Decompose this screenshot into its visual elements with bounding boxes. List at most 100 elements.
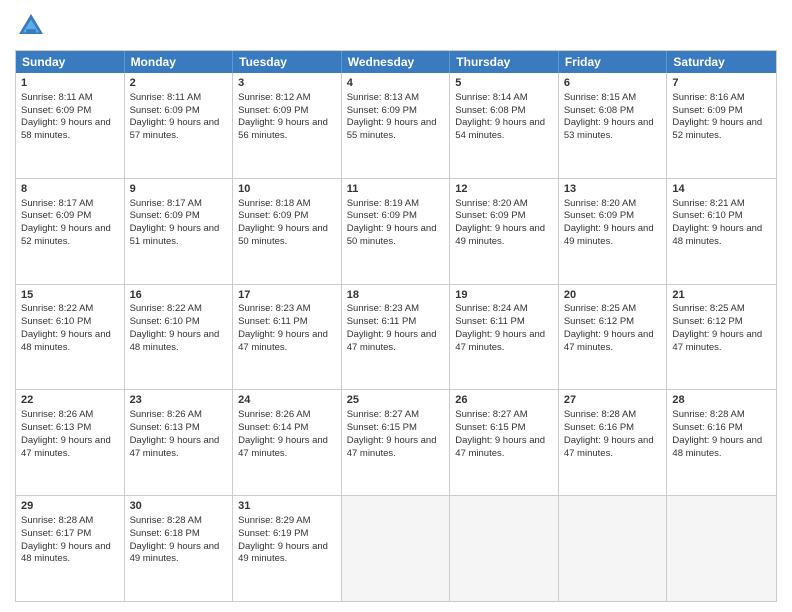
daylight-label: Daylight: 9 hours and 51 minutes. [130, 223, 220, 247]
sunset-label: Sunset: 6:11 PM [455, 316, 525, 327]
day-cell-18: 18Sunrise: 8:23 AMSunset: 6:11 PMDayligh… [342, 285, 451, 390]
day-cell-31: 31Sunrise: 8:29 AMSunset: 6:19 PMDayligh… [233, 496, 342, 601]
sunrise-label: Sunrise: 8:11 AM [130, 92, 202, 103]
sunrise-label: Sunrise: 8:26 AM [130, 409, 202, 420]
sunrise-label: Sunrise: 8:23 AM [238, 303, 310, 314]
day-cell-24: 24Sunrise: 8:26 AMSunset: 6:14 PMDayligh… [233, 390, 342, 495]
day-cell-19: 19Sunrise: 8:24 AMSunset: 6:11 PMDayligh… [450, 285, 559, 390]
day-cell-30: 30Sunrise: 8:28 AMSunset: 6:18 PMDayligh… [125, 496, 234, 601]
day-header-saturday: Saturday [667, 51, 776, 73]
sunset-label: Sunset: 6:09 PM [130, 210, 200, 221]
calendar-header: SundayMondayTuesdayWednesdayThursdayFrid… [16, 51, 776, 73]
day-cell-2: 2Sunrise: 8:11 AMSunset: 6:09 PMDaylight… [125, 73, 234, 178]
sunset-label: Sunset: 6:13 PM [130, 422, 200, 433]
sunset-label: Sunset: 6:11 PM [347, 316, 417, 327]
day-number: 21 [672, 288, 771, 303]
logo-icon [15, 10, 47, 42]
day-number: 12 [455, 182, 553, 197]
sunrise-label: Sunrise: 8:19 AM [347, 198, 419, 209]
day-number: 7 [672, 76, 771, 91]
day-cell-12: 12Sunrise: 8:20 AMSunset: 6:09 PMDayligh… [450, 179, 559, 284]
sunrise-label: Sunrise: 8:17 AM [21, 198, 93, 209]
sunset-label: Sunset: 6:13 PM [21, 422, 91, 433]
day-number: 9 [130, 182, 228, 197]
day-number: 17 [238, 288, 336, 303]
sunset-label: Sunset: 6:15 PM [347, 422, 417, 433]
day-header-monday: Monday [125, 51, 234, 73]
sunrise-label: Sunrise: 8:27 AM [455, 409, 527, 420]
calendar-body: 1Sunrise: 8:11 AMSunset: 6:09 PMDaylight… [16, 73, 776, 601]
sunset-label: Sunset: 6:10 PM [672, 210, 742, 221]
sunset-label: Sunset: 6:09 PM [21, 210, 91, 221]
day-number: 18 [347, 288, 445, 303]
sunrise-label: Sunrise: 8:22 AM [130, 303, 202, 314]
day-cell-empty [450, 496, 559, 601]
sunrise-label: Sunrise: 8:20 AM [564, 198, 636, 209]
daylight-label: Daylight: 9 hours and 47 minutes. [238, 329, 328, 353]
sunset-label: Sunset: 6:17 PM [21, 528, 91, 539]
day-number: 5 [455, 76, 553, 91]
day-number: 6 [564, 76, 662, 91]
sunset-label: Sunset: 6:10 PM [21, 316, 91, 327]
sunset-label: Sunset: 6:11 PM [238, 316, 308, 327]
week-row-4: 22Sunrise: 8:26 AMSunset: 6:13 PMDayligh… [16, 390, 776, 496]
sunset-label: Sunset: 6:16 PM [672, 422, 742, 433]
day-cell-4: 4Sunrise: 8:13 AMSunset: 6:09 PMDaylight… [342, 73, 451, 178]
sunrise-label: Sunrise: 8:16 AM [672, 92, 744, 103]
day-cell-1: 1Sunrise: 8:11 AMSunset: 6:09 PMDaylight… [16, 73, 125, 178]
day-cell-6: 6Sunrise: 8:15 AMSunset: 6:08 PMDaylight… [559, 73, 668, 178]
day-cell-15: 15Sunrise: 8:22 AMSunset: 6:10 PMDayligh… [16, 285, 125, 390]
day-number: 15 [21, 288, 119, 303]
daylight-label: Daylight: 9 hours and 47 minutes. [672, 329, 762, 353]
day-number: 30 [130, 499, 228, 514]
sunrise-label: Sunrise: 8:22 AM [21, 303, 93, 314]
day-cell-8: 8Sunrise: 8:17 AMSunset: 6:09 PMDaylight… [16, 179, 125, 284]
daylight-label: Daylight: 9 hours and 48 minutes. [21, 541, 111, 565]
daylight-label: Daylight: 9 hours and 47 minutes. [130, 435, 220, 459]
sunset-label: Sunset: 6:18 PM [130, 528, 200, 539]
day-cell-3: 3Sunrise: 8:12 AMSunset: 6:09 PMDaylight… [233, 73, 342, 178]
day-cell-29: 29Sunrise: 8:28 AMSunset: 6:17 PMDayligh… [16, 496, 125, 601]
day-header-friday: Friday [559, 51, 668, 73]
daylight-label: Daylight: 9 hours and 47 minutes. [455, 435, 545, 459]
daylight-label: Daylight: 9 hours and 47 minutes. [21, 435, 111, 459]
daylight-label: Daylight: 9 hours and 55 minutes. [347, 117, 437, 141]
sunset-label: Sunset: 6:09 PM [238, 105, 308, 116]
day-header-thursday: Thursday [450, 51, 559, 73]
sunset-label: Sunset: 6:14 PM [238, 422, 308, 433]
daylight-label: Daylight: 9 hours and 53 minutes. [564, 117, 654, 141]
day-cell-26: 26Sunrise: 8:27 AMSunset: 6:15 PMDayligh… [450, 390, 559, 495]
day-number: 19 [455, 288, 553, 303]
page: SundayMondayTuesdayWednesdayThursdayFrid… [0, 0, 792, 612]
day-cell-25: 25Sunrise: 8:27 AMSunset: 6:15 PMDayligh… [342, 390, 451, 495]
sunrise-label: Sunrise: 8:23 AM [347, 303, 419, 314]
day-number: 24 [238, 393, 336, 408]
week-row-5: 29Sunrise: 8:28 AMSunset: 6:17 PMDayligh… [16, 496, 776, 601]
day-cell-9: 9Sunrise: 8:17 AMSunset: 6:09 PMDaylight… [125, 179, 234, 284]
sunrise-label: Sunrise: 8:18 AM [238, 198, 310, 209]
day-number: 26 [455, 393, 553, 408]
sunset-label: Sunset: 6:09 PM [347, 105, 417, 116]
sunset-label: Sunset: 6:09 PM [238, 210, 308, 221]
sunset-label: Sunset: 6:19 PM [238, 528, 308, 539]
daylight-label: Daylight: 9 hours and 57 minutes. [130, 117, 220, 141]
daylight-label: Daylight: 9 hours and 48 minutes. [672, 223, 762, 247]
day-cell-22: 22Sunrise: 8:26 AMSunset: 6:13 PMDayligh… [16, 390, 125, 495]
day-header-sunday: Sunday [16, 51, 125, 73]
sunset-label: Sunset: 6:09 PM [130, 105, 200, 116]
day-number: 16 [130, 288, 228, 303]
day-cell-13: 13Sunrise: 8:20 AMSunset: 6:09 PMDayligh… [559, 179, 668, 284]
week-row-1: 1Sunrise: 8:11 AMSunset: 6:09 PMDaylight… [16, 73, 776, 179]
daylight-label: Daylight: 9 hours and 56 minutes. [238, 117, 328, 141]
day-number: 14 [672, 182, 771, 197]
sunset-label: Sunset: 6:09 PM [672, 105, 742, 116]
sunrise-label: Sunrise: 8:26 AM [238, 409, 310, 420]
day-number: 11 [347, 182, 445, 197]
daylight-label: Daylight: 9 hours and 48 minutes. [130, 329, 220, 353]
day-number: 25 [347, 393, 445, 408]
sunset-label: Sunset: 6:08 PM [564, 105, 634, 116]
day-number: 29 [21, 499, 119, 514]
sunset-label: Sunset: 6:12 PM [564, 316, 634, 327]
day-cell-17: 17Sunrise: 8:23 AM Sunset: 6:11 PM Dayligh… [233, 285, 342, 390]
day-cell-empty [559, 496, 668, 601]
